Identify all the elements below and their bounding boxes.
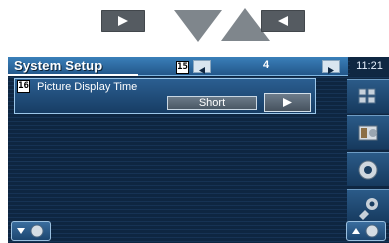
picture-display-time-row: 16 Picture Display Time Short <box>14 78 316 114</box>
clock: 11:21 <box>350 57 389 76</box>
setup-wrench-icon <box>359 198 378 220</box>
media-icon <box>358 125 378 141</box>
play-backward-icon <box>278 16 288 26</box>
audio-icon <box>358 160 378 180</box>
side-menu-button-1[interactable] <box>347 79 389 113</box>
callout-label-15: 15 <box>176 61 189 74</box>
page-number: 4 <box>262 59 270 71</box>
chevron-right-icon <box>328 67 334 74</box>
setting-label: Picture Display Time <box>37 81 138 93</box>
chevron-left-icon <box>199 67 205 74</box>
side-menu-button-4[interactable] <box>347 189 389 223</box>
grid-menu-icon <box>358 88 376 104</box>
page-title: System Setup <box>14 58 103 73</box>
scroll-down-icon <box>17 224 44 238</box>
triangle-down-icon <box>174 10 222 42</box>
play-icon <box>283 98 292 107</box>
scroll-down-button[interactable] <box>11 221 51 241</box>
setting-next-button[interactable] <box>264 93 311 112</box>
play-reverse-icon <box>118 16 128 26</box>
nav-prev-button[interactable] <box>101 10 145 32</box>
scroll-up-icon <box>352 224 379 238</box>
setting-value-display: Short <box>167 96 257 110</box>
nav-next-button[interactable] <box>261 10 305 32</box>
system-setup-screen: System Setup 15 4 11:21 16 Picture Displ… <box>8 57 389 243</box>
scroll-up-button[interactable] <box>346 221 386 241</box>
callout-label-16: 16 <box>17 80 30 93</box>
page-prev-button[interactable] <box>193 60 211 74</box>
page-next-button[interactable] <box>322 60 340 74</box>
side-menu-button-2[interactable] <box>347 115 389 149</box>
title-underline <box>8 74 138 76</box>
side-menu-button-3[interactable] <box>347 152 389 186</box>
title-bar: System Setup 15 4 <box>8 57 348 76</box>
